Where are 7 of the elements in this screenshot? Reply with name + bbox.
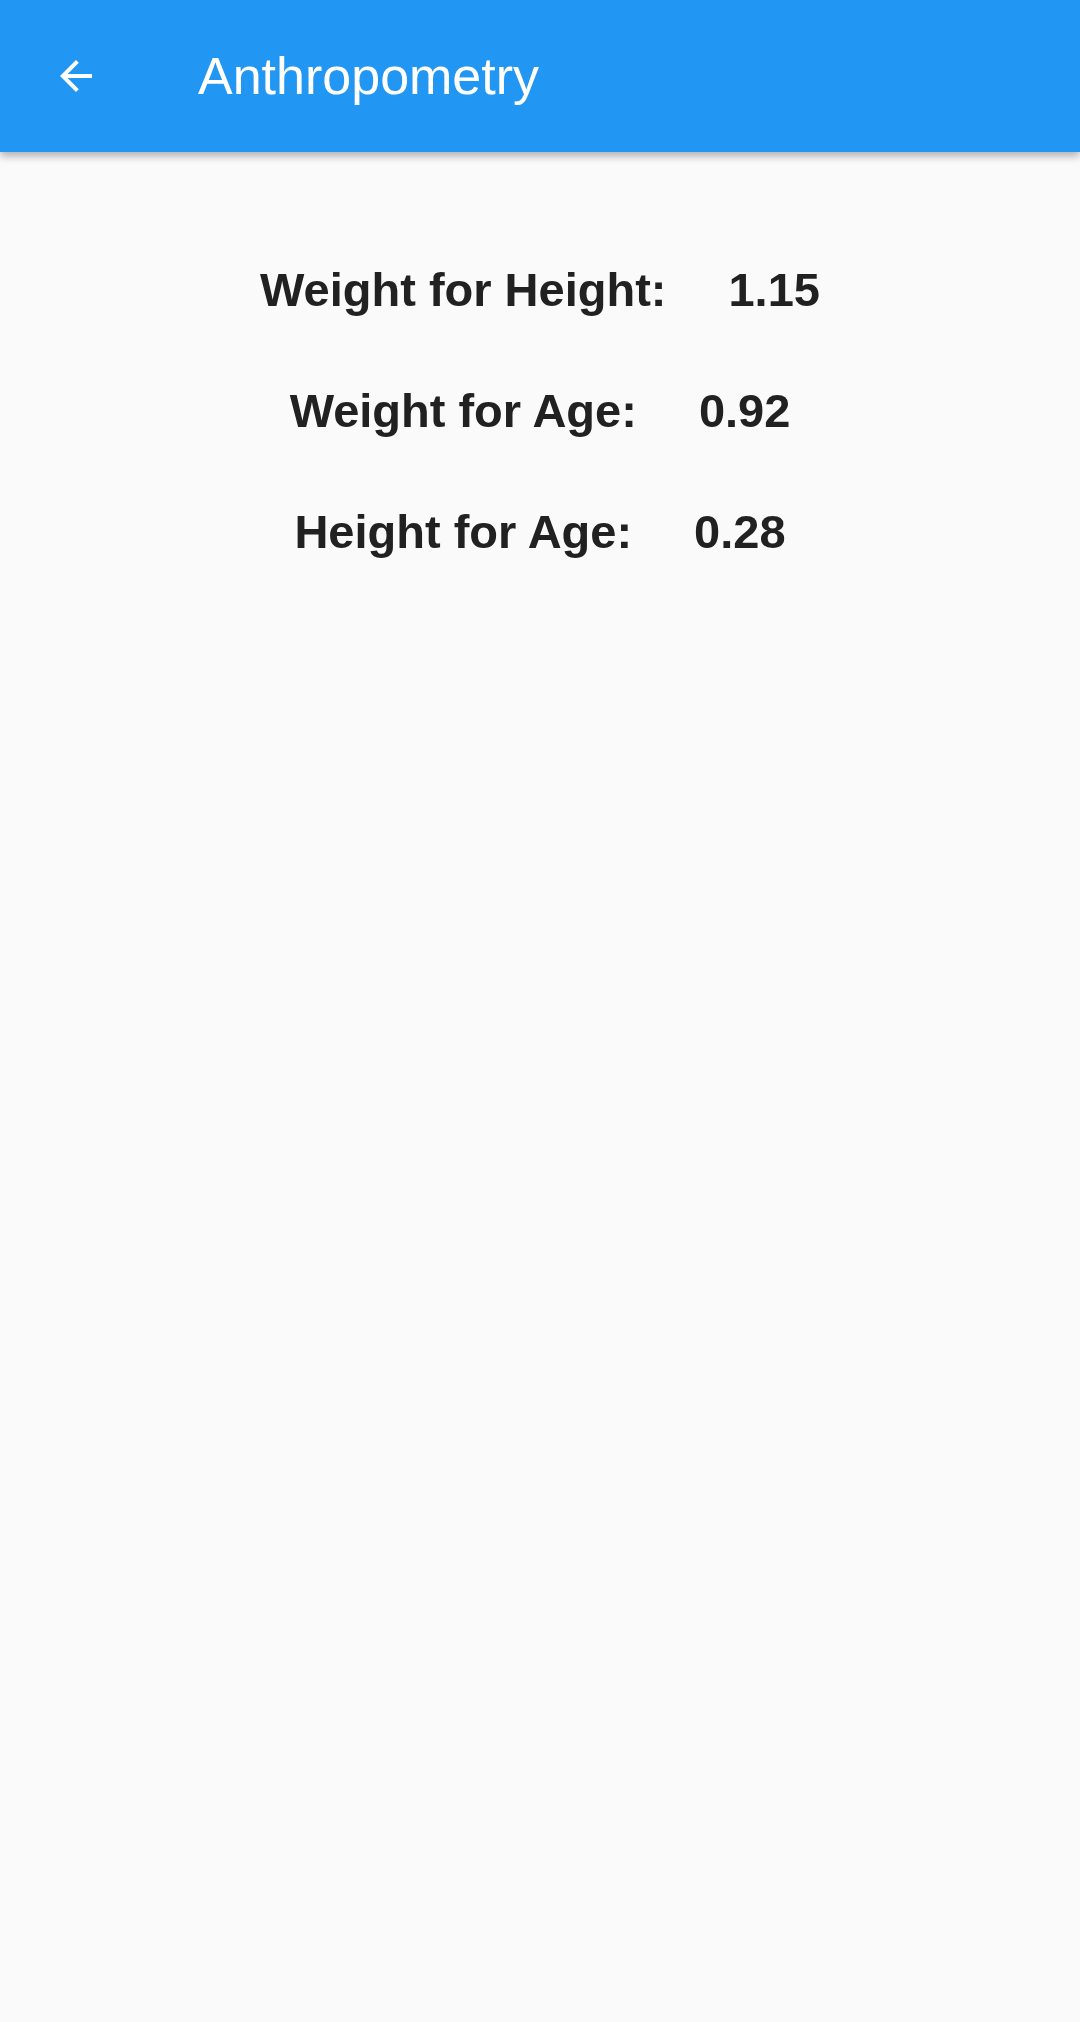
measure-value: 0.92 <box>698 383 791 438</box>
measure-label: Weight for Age: <box>289 383 637 438</box>
measure-label: Weight for Height: <box>260 262 667 317</box>
measure-value: 0.28 <box>694 504 786 559</box>
page-title: Anthropometry <box>198 46 540 106</box>
measure-value: 1.15 <box>728 262 820 317</box>
measure-label: Height for Age: <box>294 504 633 559</box>
